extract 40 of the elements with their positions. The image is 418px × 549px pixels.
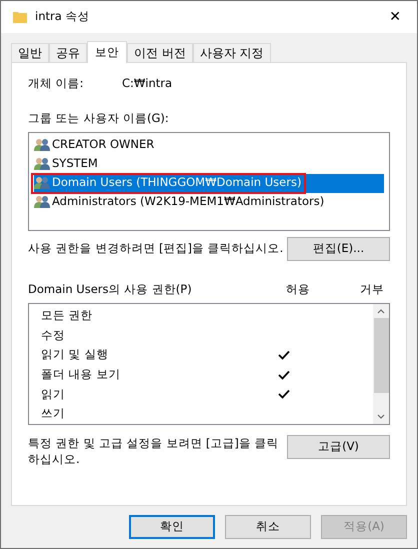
tab[interactable]: 사용자 지정 xyxy=(192,43,271,62)
allow-header: 허용 xyxy=(286,280,311,298)
dialog-button[interactable]: 취소 xyxy=(225,515,311,539)
scrollbar[interactable] xyxy=(373,304,389,424)
edit-hint: 사용 권한을 변경하려면 [편집]을 클릭하십시오. xyxy=(28,240,284,257)
scrollbar-thumb[interactable] xyxy=(374,318,388,393)
group-list-item[interactable]: SYSTEM xyxy=(34,154,384,174)
folder-icon xyxy=(13,11,27,23)
group-name: Administrators (W2K19-MEM1₩Administrators) xyxy=(52,193,324,210)
dialog-button[interactable]: 확인 xyxy=(129,515,215,539)
permission-name: 폴더 내용 보기 xyxy=(40,366,122,383)
close-button[interactable]: ✕ xyxy=(385,6,405,28)
groups-label: 그룹 또는 사용자 이름(G): xyxy=(28,110,170,128)
group-name: CREATOR OWNER xyxy=(52,136,154,154)
object-name-value: C:₩intra xyxy=(122,75,172,92)
permission-name: 읽기 xyxy=(40,386,66,403)
deny-header: 거부 xyxy=(360,280,384,298)
tab[interactable]: 이전 버전 xyxy=(127,43,193,62)
group-list-item[interactable]: Administrators (W2K19-MEM1₩Administrators) xyxy=(34,192,384,212)
group-list-item[interactable]: Domain Users (THINGGOM₩Domain Users) xyxy=(34,174,384,192)
group-list-item[interactable]: CREATOR OWNER xyxy=(34,136,384,154)
users-icon xyxy=(34,157,50,171)
permission-name: 수정 xyxy=(40,326,66,344)
permissions-label: Domain Users의 사용 권한(P) xyxy=(28,280,193,298)
users-icon xyxy=(34,138,50,152)
window-title: intra 속성 xyxy=(35,8,90,26)
permission-name: 읽기 및 실행 xyxy=(40,346,110,364)
users-icon xyxy=(34,195,50,209)
object-name-label: 개체 이름: xyxy=(28,75,85,92)
advanced-button[interactable]: 고급(V) xyxy=(287,434,390,459)
users-icon xyxy=(34,176,50,190)
permission-name: 쓰기 xyxy=(40,405,66,422)
group-name: Domain Users (THINGGOM₩Domain Users) xyxy=(52,174,302,192)
tab[interactable]: 일반 xyxy=(11,43,49,62)
permission-name: 모든 권한 xyxy=(40,306,94,324)
group-name: SYSTEM xyxy=(52,155,98,172)
edit-button[interactable]: 편집(E)... xyxy=(287,236,390,260)
tab[interactable]: 보안 xyxy=(87,41,127,63)
advanced-hint: 특정 권한 및 고급 설정을 보려면 [고급]을 클릭하십시오. xyxy=(28,434,280,467)
tab[interactable]: 공유 xyxy=(49,43,87,62)
